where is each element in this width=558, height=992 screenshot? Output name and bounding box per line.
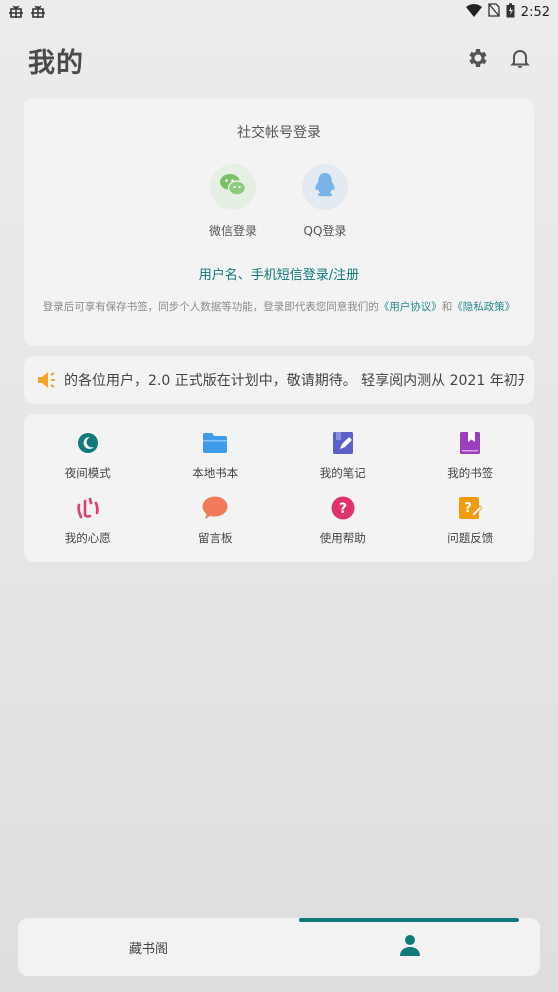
bell-icon — [508, 46, 532, 74]
announcement-text: 的各位用户，2.0 正式版在计划中，敬请期待。 轻享阅内测从 2021 年初开 — [64, 373, 524, 389]
feedback-icon: ? — [457, 495, 483, 521]
login-terms-note: 登录后可享有保存书签，同步个人数据等功能，登录即代表您同意我们的《用户协议》和《… — [38, 298, 520, 316]
battery-icon — [506, 2, 515, 22]
my-wish-label: 我的心愿 — [64, 531, 111, 545]
status-bar: 2:52 — [0, 0, 558, 24]
wechat-login-button[interactable]: 微信登录 — [193, 164, 273, 239]
announcement-card[interactable]: 的各位用户，2.0 正式版在计划中，敬请期待。 轻享阅内测从 2021 年初开 — [24, 356, 534, 404]
login-note-and: 和 — [441, 301, 453, 313]
tab-library-label: 藏书阁 — [128, 941, 168, 957]
gear-icon — [466, 46, 490, 74]
login-note-text: 登录后可享有保存书签，同步个人数据等功能，登录即代表您同意我们的 — [42, 301, 379, 313]
my-bookmarks-label: 我的书签 — [447, 466, 494, 480]
night-mode-label: 夜间模式 — [64, 466, 111, 480]
qq-icon-circle — [302, 164, 348, 210]
user-agreement-link[interactable]: 《用户协议》 — [379, 301, 442, 313]
header-actions — [464, 46, 534, 74]
heart-wish-icon — [75, 495, 101, 521]
wechat-icon-circle — [210, 164, 256, 210]
help-icon: ? — [330, 495, 356, 521]
message-board-item[interactable]: 留言板 — [152, 495, 280, 546]
wechat-icon — [219, 173, 247, 201]
message-board-label: 留言板 — [198, 531, 233, 545]
moon-icon — [75, 430, 101, 456]
my-notes-item[interactable]: 我的笔记 — [279, 430, 407, 481]
feedback-item[interactable]: ? 问题反馈 — [407, 495, 535, 546]
qq-login-button[interactable]: QQ登录 — [285, 164, 365, 239]
no-sim-icon — [488, 3, 500, 21]
tab-library[interactable]: 藏书阁 — [18, 918, 279, 976]
feature-grid: 夜间模式 本地书本 我的笔记 我的书签 我的心愿 留言板 ? 使用帮助 ? 问题… — [24, 430, 534, 546]
my-wish-item[interactable]: 我的心愿 — [24, 495, 152, 546]
status-right: 2:52 — [465, 2, 550, 22]
person-icon — [399, 934, 421, 960]
page-title: 我的 — [28, 47, 84, 79]
help-item[interactable]: ? 使用帮助 — [279, 495, 407, 546]
active-tab-indicator — [299, 918, 519, 922]
local-books-item[interactable]: 本地书本 — [152, 430, 280, 481]
folder-icon — [202, 430, 228, 456]
page-header: 我的 — [28, 38, 534, 82]
local-books-label: 本地书本 — [192, 466, 239, 480]
my-bookmarks-item[interactable]: 我的书签 — [407, 430, 535, 481]
bookmark-book-icon — [457, 430, 483, 456]
privacy-policy-link[interactable]: 《隐私政策》 — [452, 301, 515, 313]
night-mode-item[interactable]: 夜间模式 — [24, 430, 152, 481]
feedback-label: 问题反馈 — [447, 531, 494, 545]
qq-login-label: QQ登录 — [303, 224, 347, 238]
bug-icon — [8, 5, 24, 19]
speaker-icon — [36, 370, 58, 390]
clock-time: 2:52 — [520, 4, 550, 20]
social-login-card: 社交帐号登录 微信登录 QQ登录 用户名、手机短信登录/注册 登录后可享有保存书… — [24, 98, 534, 346]
status-left — [8, 5, 46, 19]
social-login-title: 社交帐号登录 — [237, 125, 321, 141]
svg-text:?: ? — [339, 501, 347, 517]
tab-profile[interactable] — [279, 918, 540, 976]
settings-button[interactable] — [464, 46, 492, 74]
bottom-navigation: 藏书阁 — [18, 918, 540, 976]
help-label: 使用帮助 — [319, 531, 366, 545]
my-notes-label: 我的笔记 — [319, 466, 366, 480]
wechat-login-label: 微信登录 — [208, 224, 257, 238]
account-sms-login-link[interactable]: 用户名、手机短信登录/注册 — [24, 264, 534, 283]
qq-penguin-icon — [314, 172, 336, 202]
note-pen-icon — [330, 430, 356, 456]
notifications-button[interactable] — [506, 46, 534, 74]
feature-menu-card: 夜间模式 本地书本 我的笔记 我的书签 我的心愿 留言板 ? 使用帮助 ? 问题… — [24, 414, 534, 562]
svg-text:?: ? — [464, 501, 472, 516]
chat-bubble-icon — [202, 495, 228, 521]
bug-icon — [30, 5, 46, 19]
wifi-icon — [465, 3, 482, 21]
